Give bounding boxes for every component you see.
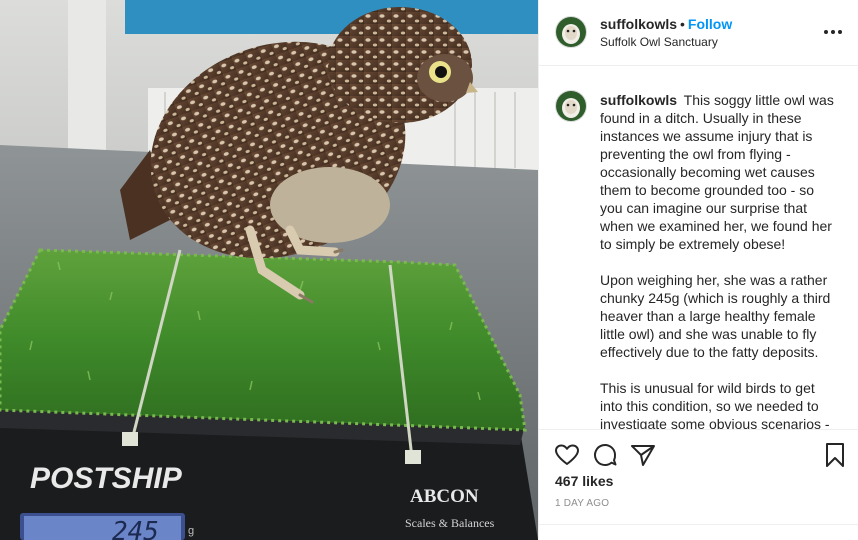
post-timestamp[interactable]: 1 DAY AGO bbox=[555, 498, 609, 509]
comment-icon[interactable] bbox=[591, 441, 619, 469]
share-icon[interactable] bbox=[629, 441, 657, 469]
owl-avatar-icon bbox=[556, 17, 586, 47]
like-count[interactable]: 467 likes bbox=[555, 473, 613, 489]
post-caption: suffolkowls This soggy little owl was fo… bbox=[600, 91, 840, 430]
caption-paragraph: suffolkowls This soggy little owl was fo… bbox=[600, 91, 840, 253]
more-options-icon[interactable] bbox=[822, 22, 844, 42]
header-user-line: suffolkowls • Follow bbox=[600, 16, 732, 32]
scale-maker-sub-label: Scales & Balances bbox=[405, 516, 495, 530]
separator-dot: • bbox=[680, 16, 685, 32]
header-username[interactable]: suffolkowls bbox=[600, 16, 677, 32]
post-photo[interactable]: POSTSHIP ABCON Scales & Balances 245 g bbox=[0, 0, 538, 540]
owl-avatar-icon bbox=[556, 91, 586, 121]
scale-brand-label: POSTSHIP bbox=[30, 462, 183, 495]
avatar[interactable] bbox=[555, 90, 587, 122]
scale-display-reading: 245 bbox=[112, 517, 159, 540]
caption-paragraph: This is unusual for wild birds to get in… bbox=[600, 380, 830, 430]
avatar[interactable] bbox=[555, 16, 587, 48]
caption-section[interactable]: suffolkowls This soggy little owl was fo… bbox=[539, 66, 858, 430]
caption-text: This soggy little owl was found in a dit… bbox=[600, 92, 834, 252]
divider bbox=[539, 524, 858, 525]
post-location[interactable]: Suffolk Owl Sanctuary bbox=[600, 35, 718, 49]
follow-button[interactable]: Follow bbox=[688, 16, 732, 32]
instagram-post: POSTSHIP ABCON Scales & Balances 245 g s… bbox=[0, 0, 858, 540]
heart-icon[interactable] bbox=[553, 441, 581, 469]
bookmark-icon[interactable] bbox=[821, 441, 849, 469]
post-header: suffolkowls • Follow Suffolk Owl Sanctuary bbox=[539, 0, 858, 66]
caption-paragraph: Upon weighing her, she was a rather chun… bbox=[600, 272, 831, 360]
scale-display-unit: g bbox=[188, 525, 194, 537]
owl-on-scale-image: POSTSHIP ABCON Scales & Balances 245 g bbox=[0, 0, 538, 540]
caption-username[interactable]: suffolkowls bbox=[600, 92, 677, 108]
scale-maker-label: ABCON bbox=[410, 486, 479, 507]
post-side-panel: suffolkowls • Follow Suffolk Owl Sanctuary bbox=[538, 0, 858, 540]
